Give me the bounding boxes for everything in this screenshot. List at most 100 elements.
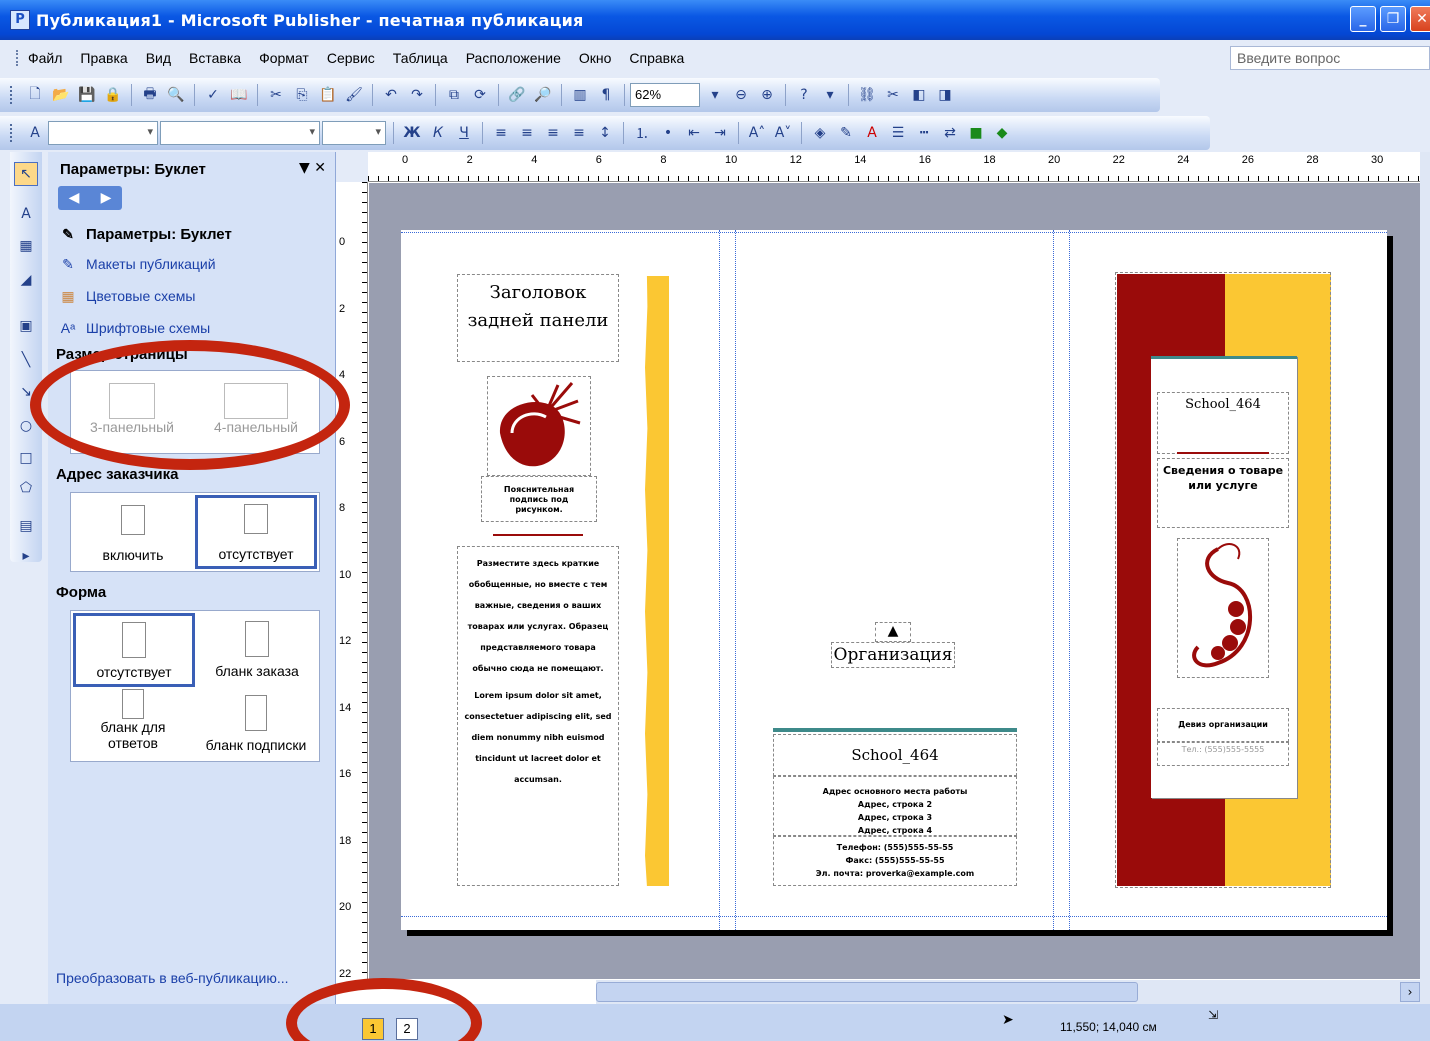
maximize-button[interactable]: ❐ (1380, 6, 1406, 32)
pea-picture[interactable] (1177, 538, 1269, 678)
task-pane-nav[interactable]: ◀ ▶ (58, 186, 122, 210)
picture-frame-icon[interactable]: ▣ (14, 314, 38, 338)
open-icon[interactable]: 📂 (50, 84, 72, 106)
menu-insert[interactable]: Вставка (189, 50, 241, 66)
option-include-address[interactable]: включить (75, 497, 191, 567)
address-block[interactable]: Адрес основного места работы Адрес, стро… (773, 776, 1017, 836)
ruler-corner[interactable] (336, 152, 368, 182)
body-text-box[interactable]: Разместите здесь краткие обобщенные, но … (457, 546, 619, 886)
fill-color-icon[interactable]: ◈ (809, 122, 831, 144)
link-publication-designs[interactable]: ✎ Макеты публикаций (58, 254, 215, 274)
menu-tools[interactable]: Сервис (327, 50, 375, 66)
arrow-style-icon[interactable]: ⇄ (939, 122, 961, 144)
cut-icon[interactable]: ✂ (265, 84, 287, 106)
numbering-icon[interactable]: ⒈ (631, 122, 653, 144)
menu-edit[interactable]: Правка (80, 50, 127, 66)
columns-icon[interactable]: ▥ (569, 84, 591, 106)
find-icon[interactable]: 🔎 (532, 84, 554, 106)
cover-org-name[interactable]: School_464 (1157, 392, 1289, 454)
zoom-out-icon[interactable]: ⊖ (730, 84, 752, 106)
rotate-icon[interactable]: ⟳ (469, 84, 491, 106)
underline-icon[interactable]: Ч (453, 122, 475, 144)
link-brochure-options[interactable]: ✎ Параметры: Буклет (58, 224, 232, 244)
shrink-font-icon[interactable]: A˅ (772, 122, 794, 144)
zoom-in-icon[interactable]: ⊕ (756, 84, 778, 106)
bring-forward-icon[interactable]: ⧉ (443, 84, 465, 106)
copy-icon[interactable]: ⎘ (291, 84, 313, 106)
minimize-button[interactable]: _ (1350, 6, 1376, 32)
align-center-icon[interactable]: ≡ (516, 122, 538, 144)
increase-indent-icon[interactable]: ⇥ (709, 122, 731, 144)
grow-font-icon[interactable]: A˄ (746, 122, 768, 144)
permission-icon[interactable]: 🔒 (102, 84, 124, 106)
logo-placeholder[interactable]: ▲ (875, 622, 911, 642)
close-button[interactable]: ✕ (1410, 6, 1430, 32)
back-panel-title[interactable]: Заголовок задней панели (457, 274, 619, 362)
option-no-address[interactable]: отсутствует (195, 495, 317, 569)
unlink-textbox-icon[interactable]: ✂ (882, 84, 904, 106)
next-textbox-icon[interactable]: ◨ (934, 84, 956, 106)
menu-format[interactable]: Формат (259, 50, 309, 66)
align-right-icon[interactable]: ≡ (542, 122, 564, 144)
cover-title[interactable]: Сведения о товаре или услуге (1157, 458, 1289, 528)
vertical-scrollbar[interactable] (1420, 152, 1430, 982)
bold-icon[interactable]: Ж (401, 122, 423, 144)
autoshapes-icon[interactable]: ⬠ (14, 476, 38, 500)
more-tools-icon[interactable]: ▸ (14, 544, 38, 568)
print-icon[interactable]: 🖶 (139, 84, 161, 106)
org-motto[interactable]: Девиз организации (1157, 708, 1289, 742)
line-icon[interactable]: ╲ (14, 348, 38, 372)
tomato-picture[interactable] (487, 376, 591, 476)
menu-view[interactable]: Вид (146, 50, 171, 66)
design-gallery-icon[interactable]: ▤ (14, 514, 38, 538)
prev-textbox-icon[interactable]: ◧ (908, 84, 930, 106)
help-icon[interactable]: ? (793, 84, 815, 106)
styles-icon[interactable]: A (24, 122, 46, 144)
font-color-icon[interactable]: A (861, 122, 883, 144)
option-no-form[interactable]: отсутствует (73, 613, 195, 687)
scroll-right-icon[interactable]: › (1400, 982, 1420, 1002)
pilcrow-icon[interactable]: ¶ (595, 84, 617, 106)
link-font-schemes[interactable]: Aᵃ Шрифтовые схемы (58, 318, 210, 338)
contact-block[interactable]: Телефон: (555)555-55-55 Факс: (555)555-5… (773, 836, 1017, 886)
rectangle-icon[interactable]: □ (14, 446, 38, 470)
shadow-style-icon[interactable]: ■ (965, 122, 987, 144)
option-order-form[interactable]: бланк заказа (197, 615, 317, 679)
cover-phone[interactable]: Тел.: (555)555-5555 (1157, 742, 1289, 766)
align-left-icon[interactable]: ≡ (490, 122, 512, 144)
bullets-icon[interactable]: • (657, 122, 679, 144)
option-signup-form[interactable]: бланк подписки (195, 695, 317, 753)
option-response-form[interactable]: бланк для ответов (75, 689, 191, 751)
dash-style-icon[interactable]: ┅ (913, 122, 935, 144)
select-icon[interactable]: ↖ (14, 162, 38, 186)
italic-icon[interactable]: К (427, 122, 449, 144)
organization-label[interactable]: Организация (831, 642, 955, 668)
link-color-schemes[interactable]: ▦ Цветовые схемы (58, 286, 195, 306)
link-textbox-icon[interactable]: ⛓ (856, 84, 878, 106)
zoom-dropdown-icon[interactable]: ▾ (704, 84, 726, 106)
paste-icon[interactable]: 📋 (317, 84, 339, 106)
menu-file[interactable]: Файл (28, 50, 62, 66)
insert-hyperlink-icon[interactable]: 🔗 (506, 84, 528, 106)
font-size-combo[interactable] (322, 121, 386, 145)
horizontal-scrollbar[interactable]: › (596, 980, 1430, 1004)
help-search-input[interactable]: Введите вопрос (1230, 46, 1430, 70)
save-icon[interactable]: 💾 (76, 84, 98, 106)
research-icon[interactable]: 📖 (228, 84, 250, 106)
convert-to-web-link[interactable]: Преобразовать в веб-публикацию... (56, 970, 289, 986)
new-icon[interactable]: 🗋 (24, 84, 46, 106)
vertical-ruler[interactable]: 0 2 4 6 8 10 12 14 16 18 20 22 (336, 182, 368, 982)
text-box-icon[interactable]: A (14, 202, 38, 226)
picture-caption[interactable]: Пояснительная подпись под рисунком. (481, 476, 597, 522)
line-color-icon[interactable]: ✎ (835, 122, 857, 144)
back-icon[interactable]: ◀ (69, 190, 80, 206)
task-pane-controls[interactable]: ▼ ✕ (299, 160, 326, 176)
org-name[interactable]: School_464 (773, 734, 1017, 776)
style-combo[interactable] (48, 121, 158, 145)
decrease-indent-icon[interactable]: ⇤ (683, 122, 705, 144)
horizontal-scroll-thumb[interactable] (596, 982, 1138, 1002)
redo-icon[interactable]: ↷ (406, 84, 428, 106)
menu-table[interactable]: Таблица (393, 50, 448, 66)
line-spacing-icon[interactable]: ↕ (594, 122, 616, 144)
print-preview-icon[interactable]: 🔍 (165, 84, 187, 106)
